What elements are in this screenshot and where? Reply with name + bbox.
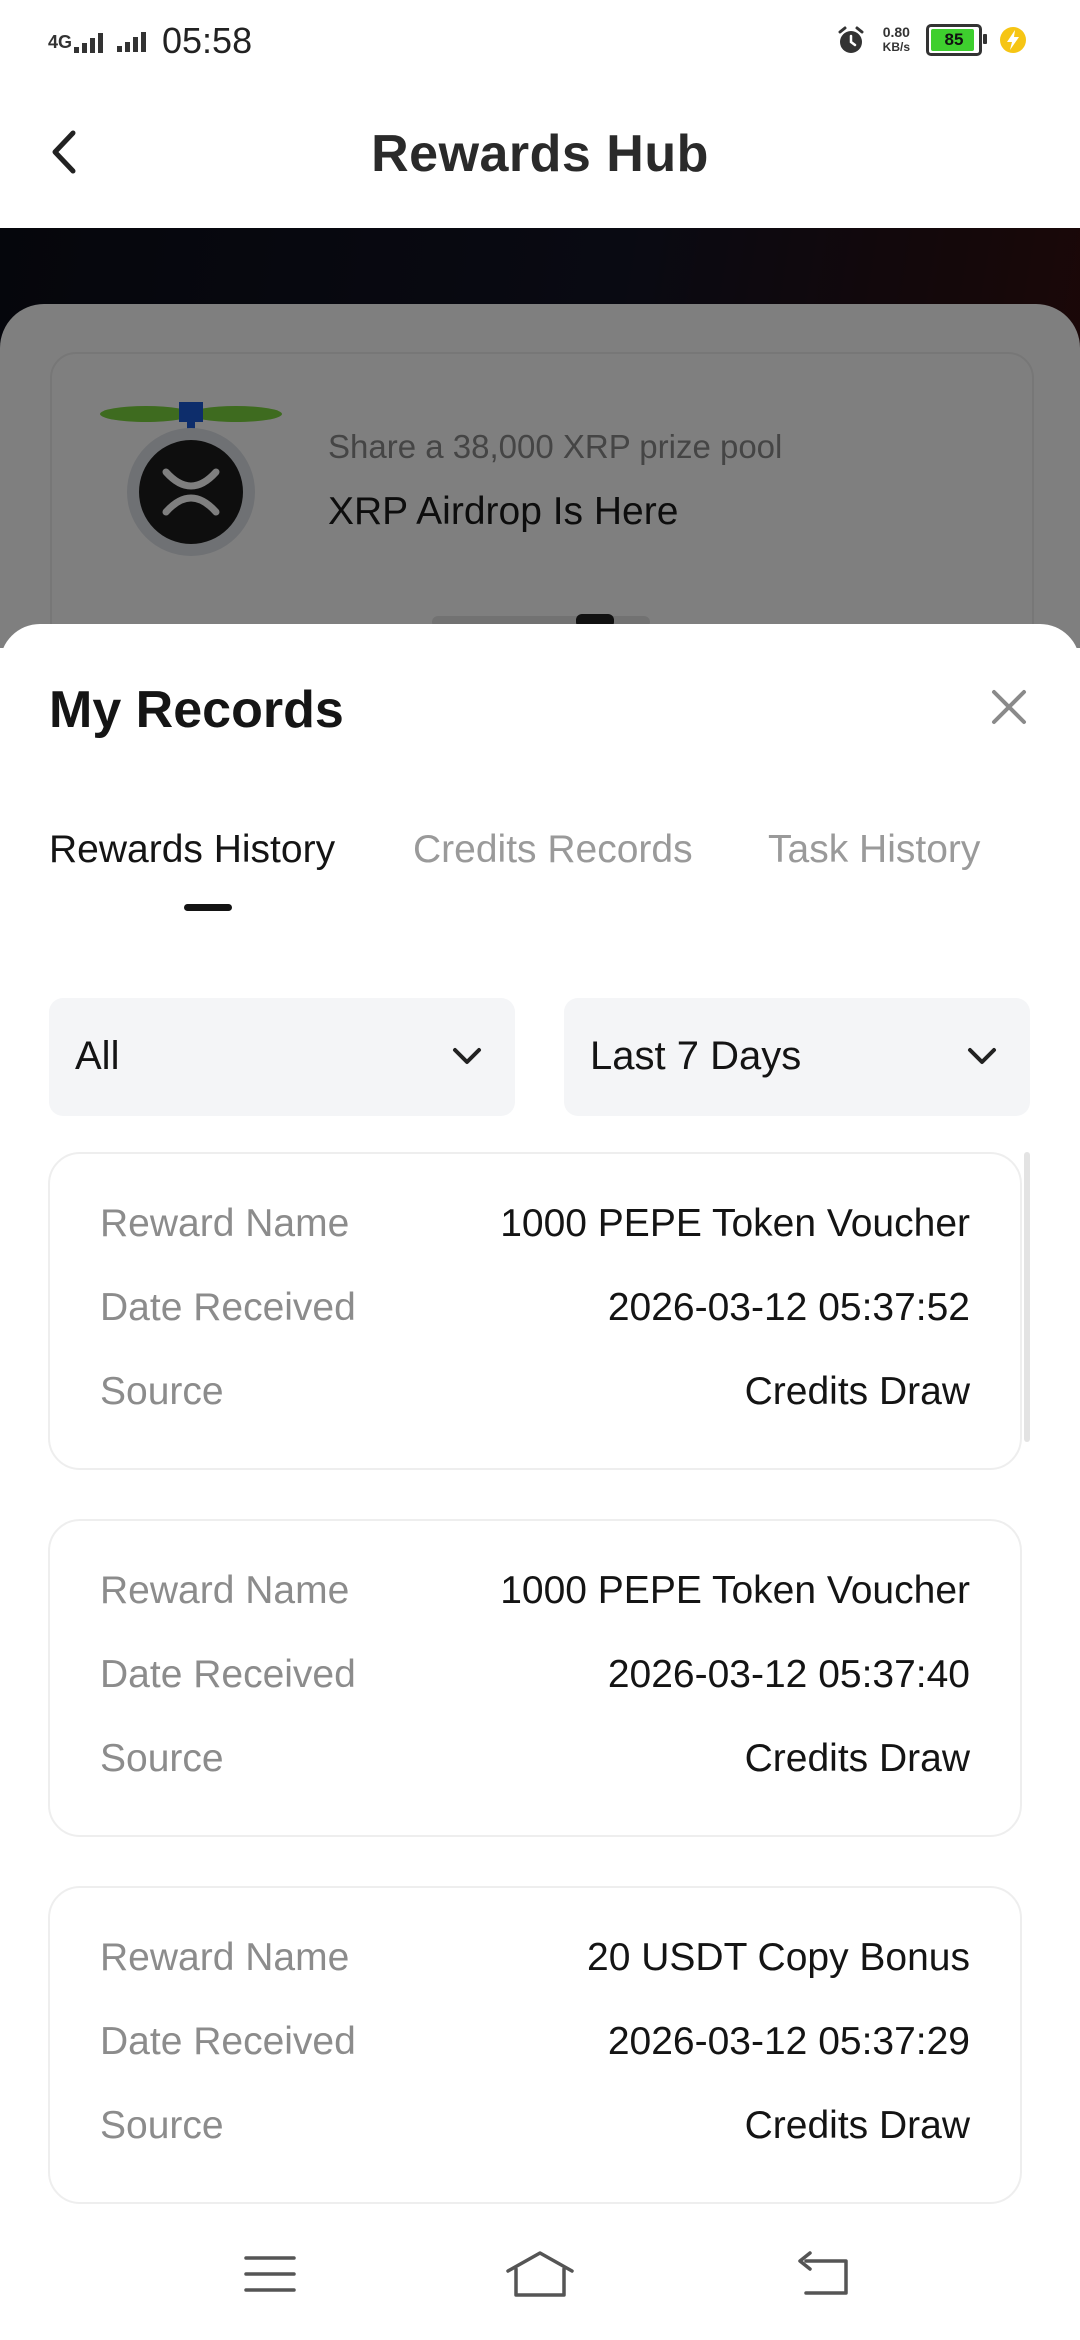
sheet-title: My Records	[49, 681, 344, 739]
record-row-source: Source Credits Draw	[100, 1737, 970, 1787]
date-received-label: Date Received	[100, 1653, 356, 1696]
period-filter-dropdown[interactable]: Last 7 Days	[564, 998, 1030, 1116]
charging-icon	[1000, 27, 1026, 53]
records-sheet: My Records Rewards History Credits Recor…	[0, 624, 1080, 2214]
source-value: Credits Draw	[744, 1370, 970, 1413]
date-received-value: 2026-03-12 05:37:52	[607, 1286, 970, 1329]
reward-name-value: 1000 PEPE Token Voucher	[500, 1569, 970, 1612]
clock: 05:58	[162, 20, 253, 61]
signal-strength-icon	[117, 30, 147, 52]
chevron-down-icon	[968, 1048, 996, 1064]
close-icon	[992, 690, 1026, 724]
nav-home-button[interactable]	[500, 2244, 580, 2304]
tab-rewards-history[interactable]: Rewards History	[49, 828, 335, 872]
record-row-name: Reward Name 1000 PEPE Token Voucher	[100, 1569, 970, 1619]
record-row-source: Source Credits Draw	[100, 1370, 970, 1420]
alarm-icon	[838, 26, 864, 53]
nav-back-button[interactable]	[784, 2244, 864, 2304]
page-title: Rewards Hub	[371, 125, 709, 183]
nav-menu-button[interactable]	[230, 2244, 310, 2304]
speed-value: 0.80	[882, 24, 910, 40]
source-label: Source	[100, 1737, 224, 1780]
signal-4g-icon: 4G	[48, 31, 104, 53]
record-row-name: Reward Name 1000 PEPE Token Voucher	[100, 1202, 970, 1252]
system-nav-bar	[0, 2214, 1080, 2340]
date-received-value: 2026-03-12 05:37:29	[607, 2020, 970, 2063]
status-right: 0.80 KB/s 85	[835, 24, 1028, 56]
scrollbar[interactable]	[1024, 1152, 1030, 1442]
chevron-down-icon	[453, 1048, 481, 1064]
modal-scrim[interactable]	[0, 228, 1080, 648]
source-label: Source	[100, 2104, 224, 2147]
record-row-date: Date Received 2026-03-12 05:37:29	[100, 2020, 970, 2070]
tab-task-history[interactable]: Task History	[768, 828, 980, 872]
nav-back-icon	[798, 2251, 848, 2295]
reward-name-label: Reward Name	[100, 1936, 350, 1979]
record-row-date: Date Received 2026-03-12 05:37:52	[100, 1286, 970, 1336]
menu-icon	[244, 2256, 296, 2292]
battery-icon: 85	[926, 24, 987, 56]
speed-unit: KB/s	[882, 40, 910, 54]
network-speed: 0.80 KB/s	[883, 25, 910, 55]
reward-name-label: Reward Name	[100, 1202, 350, 1245]
record-row-source: Source Credits Draw	[100, 2104, 970, 2154]
reward-name-value: 1000 PEPE Token Voucher	[500, 1202, 970, 1245]
reward-name-label: Reward Name	[100, 1569, 350, 1612]
active-tab-indicator	[184, 904, 232, 911]
record-card: Reward Name 1000 PEPE Token Voucher Date…	[48, 1152, 1022, 1470]
tab-credits-records[interactable]: Credits Records	[413, 828, 693, 872]
status-left: 4G 05:58	[48, 20, 252, 62]
reward-name-value: 20 USDT Copy Bonus	[587, 1936, 970, 1979]
record-card: Reward Name 20 USDT Copy Bonus Date Rece…	[48, 1886, 1022, 2204]
source-label: Source	[100, 1370, 224, 1413]
app-header: Rewards Hub	[0, 86, 1080, 228]
home-icon	[506, 2251, 574, 2297]
records-list[interactable]: Reward Name 1000 PEPE Token Voucher Date…	[48, 1152, 1026, 2214]
network-type: 4G	[48, 32, 73, 52]
date-received-label: Date Received	[100, 2020, 356, 2063]
date-received-value: 2026-03-12 05:37:40	[607, 1653, 970, 1696]
record-card: Reward Name 1000 PEPE Token Voucher Date…	[48, 1519, 1022, 1837]
source-value: Credits Draw	[744, 1737, 970, 1780]
date-received-label: Date Received	[100, 1286, 356, 1329]
type-filter-dropdown[interactable]: All	[49, 998, 515, 1116]
source-value: Credits Draw	[744, 2104, 970, 2147]
close-button[interactable]	[982, 680, 1036, 734]
period-filter-value: Last 7 Days	[590, 1034, 802, 1078]
status-bar: 4G 05:58 0.80 KB/s 85	[0, 0, 1080, 86]
battery-level: 85	[944, 30, 964, 49]
record-row-name: Reward Name 20 USDT Copy Bonus	[100, 1936, 970, 1986]
record-row-date: Date Received 2026-03-12 05:37:40	[100, 1653, 970, 1703]
type-filter-value: All	[75, 1034, 120, 1078]
